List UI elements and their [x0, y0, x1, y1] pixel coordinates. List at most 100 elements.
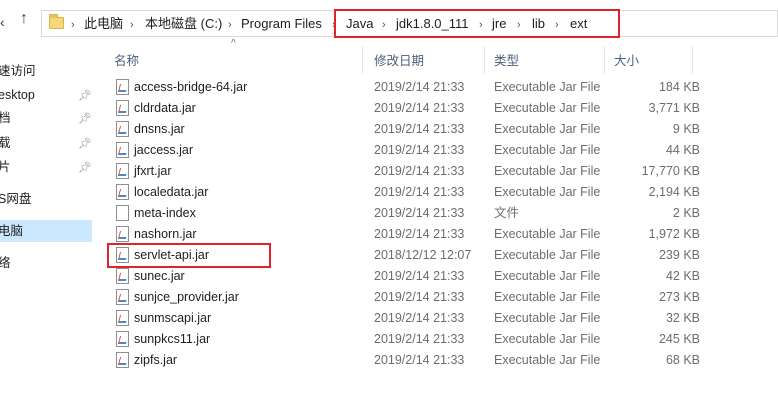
file-name[interactable]: meta-index: [134, 203, 196, 224]
file-size: 2 KB: [672, 206, 700, 220]
breadcrumb-jdk[interactable]: jdk1.8.0_111: [396, 16, 469, 32]
file-name[interactable]: localedata.jar: [134, 182, 208, 203]
file-size: 9 KB: [672, 122, 700, 136]
file-row[interactable]: jfxrt.jar 2019/2/14 21:33 Executable Jar F…: [108, 161, 700, 182]
file-name[interactable]: nashorn.jar: [134, 224, 197, 245]
nav-item-label: 电脑: [0, 224, 24, 238]
breadcrumb-separator[interactable]: ›: [382, 17, 386, 33]
file-name[interactable]: jfxrt.jar: [134, 161, 172, 182]
column-header-name[interactable]: 名称: [114, 49, 139, 73]
file-size: 68 KB: [665, 353, 700, 367]
nav-item-label: 载: [0, 136, 11, 150]
column-divider[interactable]: [362, 46, 363, 74]
file-row[interactable]: sunjce_provider.jar 2019/2/14 21:33 Execut…: [108, 287, 700, 308]
file-name[interactable]: dnsns.jar: [134, 119, 185, 140]
file-name[interactable]: sunjce_provider.jar: [134, 287, 239, 308]
blank-file-icon: [116, 205, 129, 221]
file-row[interactable]: zipfs.jar 2019/2/14 21:33 Executable Jar F…: [108, 350, 700, 371]
file-name[interactable]: sunpkcs11.jar: [134, 329, 210, 350]
nav-item-pictures[interactable]: 片 📌︎: [0, 156, 92, 178]
column-divider[interactable]: [484, 46, 485, 74]
file-row[interactable]: dnsns.jar 2019/2/14 21:33 Executable Jar F…: [108, 119, 700, 140]
jar-file-icon: [116, 121, 129, 137]
file-size: 245 KB: [658, 332, 700, 346]
file-type: Executable Jar File: [494, 248, 601, 262]
file-date: 2019/2/14 21:33: [374, 269, 465, 283]
file-size: 44 KB: [665, 143, 700, 157]
file-name[interactable]: jaccess.jar: [134, 140, 193, 161]
file-type: Executable Jar File: [494, 227, 601, 241]
pin-icon: 📌︎: [78, 162, 92, 174]
file-name[interactable]: sunmscapi.jar: [134, 308, 211, 329]
file-row[interactable]: meta-index 2019/2/14 21:33 文件 2 KB: [108, 203, 700, 224]
nav-item-documents[interactable]: 档 📌︎: [0, 107, 92, 129]
nav-item-quick-access[interactable]: 速访问: [0, 60, 92, 82]
file-row[interactable]: sunmscapi.jar 2019/2/14 21:33 Executable J…: [108, 308, 700, 329]
file-row[interactable]: access-bridge-64.jar 2019/2/14 21:33 Execu…: [108, 77, 700, 98]
file-date: 2019/2/14 21:33: [374, 185, 465, 199]
jar-file-icon: [116, 142, 129, 158]
column-divider[interactable]: [604, 46, 605, 74]
breadcrumb-separator[interactable]: ›: [130, 17, 134, 33]
file-date: 2019/2/14 21:33: [374, 353, 465, 367]
breadcrumb-lib[interactable]: lib: [532, 16, 545, 32]
nav-item-desktop[interactable]: esktop 📌︎: [0, 84, 92, 106]
jar-file-icon: [116, 100, 129, 116]
file-size: 273 KB: [658, 290, 700, 304]
breadcrumb-separator[interactable]: ›: [555, 17, 559, 33]
jar-file-icon: [116, 352, 129, 368]
breadcrumb-separator[interactable]: ›: [479, 17, 483, 33]
nav-item-downloads[interactable]: 载 📌︎: [0, 132, 92, 154]
file-name[interactable]: zipfs.jar: [134, 350, 177, 371]
file-row[interactable]: sunpkcs11.jar 2019/2/14 21:33 Executable J…: [108, 329, 700, 350]
file-date: 2019/2/14 21:33: [374, 122, 465, 136]
file-row[interactable]: nashorn.jar 2019/2/14 21:33 Executable Jar…: [108, 224, 700, 245]
file-size: 2,194 KB: [648, 185, 700, 199]
breadcrumb-jre[interactable]: jre: [492, 16, 506, 32]
arrow-up-icon[interactable]: ↑: [20, 10, 28, 28]
file-name[interactable]: cldrdata.jar: [134, 98, 196, 119]
breadcrumb-local-disk[interactable]: 本地磁盘 (C:): [145, 16, 222, 32]
file-row[interactable]: cldrdata.jar 2019/2/14 21:33 Executable Ja…: [108, 98, 700, 119]
jar-file-icon: [116, 310, 129, 326]
file-size: 42 KB: [665, 269, 700, 283]
pin-icon: 📌︎: [78, 138, 92, 150]
file-name[interactable]: servlet-api.jar: [134, 245, 209, 266]
nav-item-cloud-drive[interactable]: S网盘: [0, 188, 92, 210]
column-header-size[interactable]: 大小: [614, 49, 639, 73]
nav-item-label: esktop: [0, 88, 35, 102]
file-date: 2019/2/14 21:33: [374, 311, 465, 325]
file-type: Executable Jar File: [494, 143, 601, 157]
breadcrumb-java[interactable]: Java: [346, 16, 373, 32]
file-list: 名称 修改日期 类型 大小 access-bridge-64.jar 2019/2…: [92, 46, 778, 404]
nav-item-label: 档: [0, 111, 11, 125]
file-type: Executable Jar File: [494, 80, 601, 94]
file-size: 1,972 KB: [648, 227, 700, 241]
breadcrumb-program-files[interactable]: Program Files: [241, 16, 322, 32]
breadcrumb-separator[interactable]: ›: [228, 17, 232, 33]
nav-item-network[interactable]: 络: [0, 252, 92, 274]
file-date: 2019/2/14 21:33: [374, 206, 465, 220]
file-type: Executable Jar File: [494, 269, 601, 283]
column-header-date[interactable]: 修改日期: [374, 49, 424, 73]
file-date: 2019/2/14 21:33: [374, 164, 465, 178]
column-divider[interactable]: [692, 46, 693, 74]
chevron-left-icon[interactable]: ‹: [0, 14, 5, 30]
nav-item-this-pc[interactable]: 电脑: [0, 220, 92, 242]
breadcrumb-ext[interactable]: ext: [570, 16, 587, 32]
file-row[interactable]: localedata.jar 2019/2/14 21:33 Executable …: [108, 182, 700, 203]
file-date: 2019/2/14 21:33: [374, 101, 465, 115]
file-row[interactable]: servlet-api.jar 2018/12/12 12:07 Executabl…: [108, 245, 700, 266]
breadcrumb-this-pc[interactable]: 此电脑: [84, 16, 123, 32]
file-name[interactable]: sunec.jar: [134, 266, 185, 287]
breadcrumb-separator[interactable]: ›: [517, 17, 521, 33]
pin-icon: 📌︎: [78, 90, 92, 102]
file-row[interactable]: jaccess.jar 2019/2/14 21:33 Executable Jar…: [108, 140, 700, 161]
file-date: 2019/2/14 21:33: [374, 80, 465, 94]
file-name[interactable]: access-bridge-64.jar: [134, 77, 247, 98]
file-row[interactable]: sunec.jar 2019/2/14 21:33 Executable Jar F…: [108, 266, 700, 287]
column-header-type[interactable]: 类型: [494, 49, 519, 73]
breadcrumb-separator[interactable]: ›: [332, 17, 336, 33]
address-bar[interactable]: › 此电脑 › 本地磁盘 (C:) › Program Files › Java…: [41, 10, 778, 37]
folder-icon: [49, 14, 64, 29]
